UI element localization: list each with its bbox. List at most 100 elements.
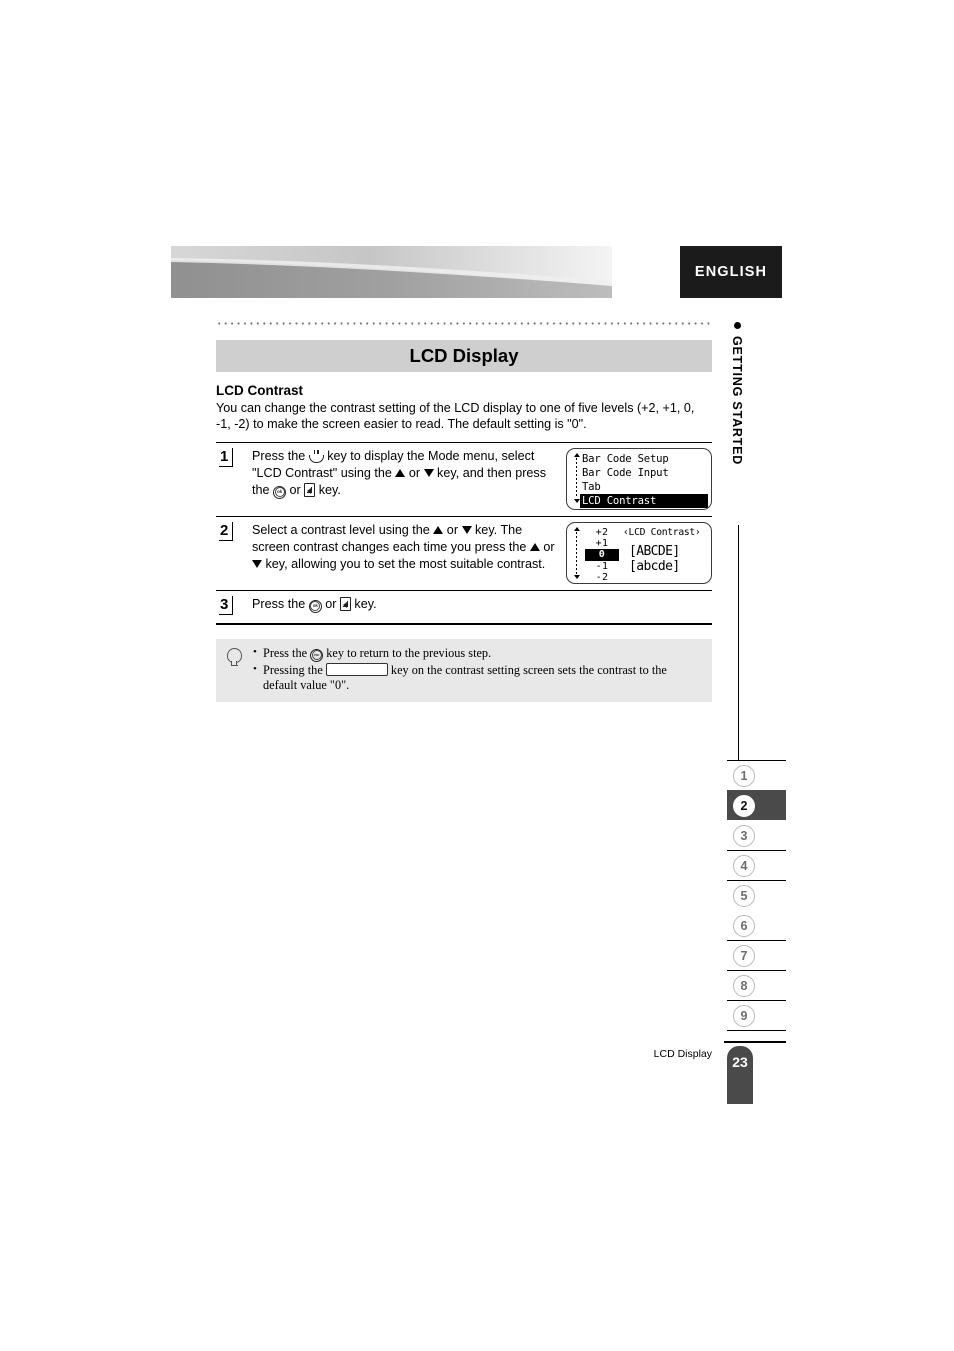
step-number-wrap: 2 <box>219 522 243 541</box>
chapter-tab-8[interactable]: 8 <box>727 970 786 1000</box>
scroll-track <box>575 532 578 574</box>
lcd-sample-text: [ABCDE] [abcde] <box>629 544 680 574</box>
lcd-menu-item: Bar Code Input <box>582 467 669 479</box>
arrow-up-icon <box>395 469 406 477</box>
chapter-tab-7[interactable]: 7 <box>727 940 786 970</box>
lcd-screen-title: ‹LCD Contrast› <box>623 527 701 538</box>
chapter-tab-label: 7 <box>733 944 755 967</box>
step-number: 1 <box>219 448 234 467</box>
lcd-sample-upper: [ABCDE] <box>629 544 680 559</box>
chapter-tab-label: 9 <box>733 1004 755 1027</box>
step-number-wrap: 1 <box>219 448 243 467</box>
step2-text-part-1: Select a contrast level using the <box>252 523 434 537</box>
language-badge: ENGLISH <box>680 246 782 298</box>
lcd-menu-item: Tab <box>582 481 601 493</box>
contrast-level-list: +2 +1 0 -1 -2 <box>585 527 619 583</box>
step1-text-part-5: or <box>286 483 305 497</box>
subsection-heading: LCD Contrast <box>216 383 303 398</box>
banner-gradient-art <box>171 246 612 298</box>
scroll-up-arrow-icon <box>573 453 580 457</box>
chapter-side-label: GETTING STARTED <box>726 322 748 465</box>
chapter-tab-label: 5 <box>733 884 755 907</box>
step-body: Press the key to display the Mode menu, … <box>243 448 560 499</box>
arrow-down-icon <box>252 560 262 568</box>
scroll-down-arrow-icon <box>573 575 580 579</box>
step3-text-part-3: key. <box>350 597 377 611</box>
chapter-tab-label: 4 <box>733 854 755 877</box>
footer-caption: LCD Display <box>653 1048 712 1060</box>
tip1-text-part-1: Press the <box>263 646 311 660</box>
space-bar-key-icon <box>325 662 388 676</box>
step2-lcd-screenshot: +2 +1 0 -1 -2 ‹LCD Contrast› [ABCDE] [ab… <box>566 522 712 584</box>
tip1-text-part-2: key to return to the previous step. <box>323 646 492 660</box>
lcd-sample-lower: [abcde] <box>629 559 680 574</box>
chapter-tab-4[interactable]: 4 <box>727 850 786 880</box>
bullet-dot-icon <box>733 322 741 329</box>
tip2-text-part-1: Pressing the <box>263 662 326 677</box>
step3-text-part-1: Press the <box>252 597 309 611</box>
page-header-banner: ENGLISH <box>171 246 782 298</box>
scroll-down-arrow-icon <box>573 499 580 503</box>
chapter-tab-9[interactable]: 9 <box>727 1000 786 1030</box>
arrow-down-icon <box>461 526 472 534</box>
tip-box: Press the esc key to return to the previ… <box>216 639 712 702</box>
step2-text-part-2: or <box>443 523 462 537</box>
chapter-tab-label: 2 <box>733 794 755 817</box>
step-text: Press the key to display the Mode menu, … <box>252 448 560 499</box>
chapter-tab-bottom-rule <box>727 1030 786 1032</box>
step1-lcd-screenshot: Bar Code Setup Bar Code Input Tab LCD Co… <box>566 448 712 510</box>
footer-rule <box>724 1041 786 1043</box>
lcd-menu-item-selected: LCD Contrast <box>580 494 708 508</box>
page-number: 23 <box>732 1054 748 1070</box>
chapter-tab-1[interactable]: 1 <box>727 760 786 790</box>
step-text: Press the ok or key. <box>252 596 712 613</box>
lightbulb-icon <box>226 648 242 668</box>
chapter-tab-label: 1 <box>733 764 755 787</box>
arrow-up-icon <box>433 526 444 534</box>
chapter-tab-label: 8 <box>733 974 755 997</box>
step-row: 1 Press the key to display the Mode menu… <box>216 443 712 517</box>
rail-vertical-line <box>738 525 740 760</box>
scroll-track <box>575 458 578 498</box>
arrow-up-icon <box>529 543 540 551</box>
lcd-scrollbar <box>573 453 580 507</box>
contrast-level: -1 <box>595 560 609 572</box>
chapter-tab-5[interactable]: 5 <box>727 880 786 910</box>
chapter-tab-label: 3 <box>733 824 755 847</box>
step2-text-part-4: or <box>539 540 555 554</box>
page-title: LCD Display <box>409 345 519 366</box>
tip-items: Press the esc key to return to the previ… <box>252 645 704 694</box>
step-number-wrap: 3 <box>219 596 243 615</box>
contrast-level: +1 <box>595 538 609 550</box>
tip-item: Pressing the key on the contrast setting… <box>252 662 704 693</box>
ok-key-icon: ok <box>308 599 322 613</box>
scroll-up-arrow-icon <box>573 527 580 531</box>
step-body: Press the ok or key. <box>243 596 712 613</box>
step1-text-part-1: Press the <box>252 449 309 463</box>
lcd-scrollbar <box>573 527 580 581</box>
step-text: Select a contrast level using the or key… <box>252 522 560 573</box>
chapter-tab-list: 1 2 3 4 5 6 7 8 9 <box>727 760 786 1030</box>
chapter-tab-label: 6 <box>733 914 755 937</box>
esc-key-icon: esc <box>310 648 324 662</box>
lcd-contrast-screen: +2 +1 0 -1 -2 ‹LCD Contrast› [ABCDE] [ab… <box>566 522 712 584</box>
menu-key-icon <box>308 450 324 463</box>
dotted-divider <box>216 322 712 325</box>
ok-key-icon: ok <box>273 485 287 499</box>
tip-icon-wrap <box>216 646 252 668</box>
step1-text-part-6: key. <box>315 483 341 497</box>
lcd-menu-rows: Bar Code Setup Bar Code Input Tab LCD Co… <box>580 452 708 508</box>
enter-key-icon <box>304 483 316 497</box>
step1-text-part-3: or <box>405 466 424 480</box>
step-body: Select a contrast level using the or key… <box>243 522 560 573</box>
chapter-tab-2[interactable]: 2 <box>727 790 786 820</box>
contrast-level-selected: 0 <box>585 549 619 561</box>
step-number: 2 <box>219 522 234 541</box>
lcd-menu-screen: Bar Code Setup Bar Code Input Tab LCD Co… <box>566 448 712 510</box>
chapter-tab-3[interactable]: 3 <box>727 820 786 850</box>
tip-item: Press the esc key to return to the previ… <box>252 645 704 662</box>
main-content: LCD Display LCD Contrast You can change … <box>216 322 712 702</box>
intro-paragraph: You can change the contrast setting of t… <box>216 401 695 431</box>
step2-text-part-5: key, allowing you to set the most suitab… <box>262 557 546 571</box>
chapter-tab-6[interactable]: 6 <box>727 910 786 940</box>
